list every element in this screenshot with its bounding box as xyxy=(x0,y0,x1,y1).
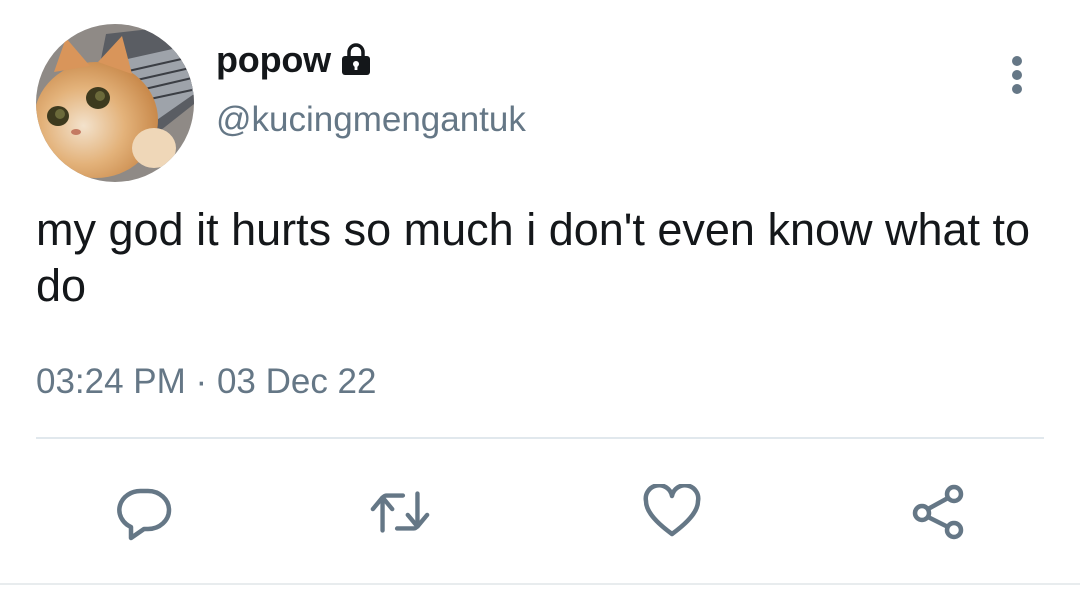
tweet-time: 03:24 PM xyxy=(36,362,186,401)
like-button[interactable] xyxy=(640,480,704,544)
share-button[interactable] xyxy=(906,480,970,544)
actions-divider xyxy=(36,437,1044,439)
tweet-date: 03 Dec 22 xyxy=(216,362,377,401)
tweet-card: popow @kucingmengantuk my god it hurts s… xyxy=(0,0,1080,603)
heart-icon xyxy=(643,484,701,537)
avatar[interactable] xyxy=(36,24,194,182)
lock-icon xyxy=(340,43,372,77)
cat-avatar-image xyxy=(36,24,194,182)
display-name[interactable]: popow xyxy=(216,39,331,81)
reply-icon xyxy=(117,488,172,541)
timestamp-separator: · xyxy=(195,362,208,401)
author-name-row[interactable]: popow xyxy=(216,38,372,82)
author-handle[interactable]: @kucingmengantuk xyxy=(216,100,526,140)
tweet-timestamp[interactable]: 03:24 PM · 03 Dec 22 xyxy=(36,362,377,402)
retweet-button[interactable] xyxy=(368,480,432,544)
share-icon xyxy=(912,484,964,540)
bottom-divider xyxy=(0,583,1080,585)
more-vertical-icon[interactable] xyxy=(1000,54,1034,98)
reply-button[interactable] xyxy=(112,480,176,544)
retweet-icon xyxy=(370,491,430,533)
tweet-text: my god it hurts so much i don't even kno… xyxy=(36,204,1031,311)
